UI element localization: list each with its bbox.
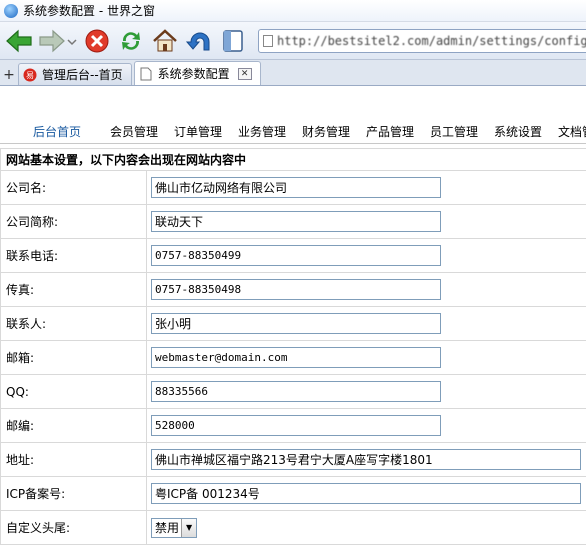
page-icon (263, 34, 273, 47)
fax-input[interactable] (151, 279, 441, 300)
nav-item-staff[interactable]: 员工管理 (430, 123, 478, 140)
select-value: 禁用 (155, 521, 180, 535)
nav-item-members[interactable]: 会员管理 (110, 123, 158, 140)
form-row: 联系人: (0, 306, 586, 341)
plus-icon[interactable]: + (2, 65, 16, 85)
browser-logo-icon (4, 3, 18, 18)
undo-icon[interactable] (184, 26, 214, 56)
qq-input[interactable] (151, 381, 441, 402)
home-icon[interactable] (150, 26, 180, 56)
field-label: QQ: (0, 374, 147, 409)
refresh-icon[interactable] (116, 26, 146, 56)
icp-number-input[interactable] (151, 483, 581, 504)
field-label: 邮箱: (0, 340, 147, 375)
chevron-down-icon[interactable]: ▼ (181, 518, 197, 537)
nav-item-business[interactable]: 业务管理 (238, 123, 286, 140)
form-row: 邮箱: (0, 340, 586, 375)
nav-divider (0, 143, 586, 144)
form-row: 传真: (0, 272, 586, 307)
nav-item-products[interactable]: 产品管理 (366, 123, 414, 140)
field-label: 邮编: (0, 408, 147, 443)
svg-text:易: 易 (26, 71, 34, 80)
page-icon (139, 67, 153, 81)
postcode-input[interactable] (151, 415, 441, 436)
close-icon[interactable]: ✕ (237, 67, 252, 80)
company-short-name-input[interactable] (151, 211, 441, 232)
field-label: 地址: (0, 442, 147, 477)
custom-header-footer-select[interactable]: 禁用 ▼ (151, 517, 198, 538)
form-row: ICP备案号: (0, 476, 586, 511)
field-label: 自定义头尾: (0, 510, 147, 545)
tab-label: 系统参数配置 (157, 67, 230, 81)
tab-label: 管理后台--首页 (42, 68, 123, 82)
arrow-left-icon[interactable] (4, 26, 34, 56)
nav-item-home[interactable]: 后台首页 (33, 123, 81, 140)
form-row: 邮编: (0, 408, 586, 443)
address-input[interactable] (151, 449, 581, 470)
phone-input[interactable] (151, 245, 441, 266)
site-logo-icon: 易 (23, 68, 37, 82)
address-bar[interactable]: http://bestsitel2.com/admin/settings/con… (258, 28, 586, 53)
contact-person-input[interactable] (151, 313, 441, 334)
settings-form: 网站基本设置，以下内容会出现在网站内容中 公司名: 公司简称: 联系电话: 传真… (0, 148, 586, 545)
email-input[interactable] (151, 347, 441, 368)
title-bar: 系统参数配置 - 世界之窗 (0, 0, 586, 22)
field-label: ICP备案号: (0, 476, 147, 511)
nav-item-settings[interactable]: 系统设置 (494, 123, 542, 140)
field-label: 联系人: (0, 306, 147, 341)
arrow-right-icon[interactable] (38, 26, 78, 56)
browser-toolbar: http://bestsitel2.com/admin/settings/con… (0, 22, 586, 60)
tab-admin-home[interactable]: 易 管理后台--首页 (18, 63, 132, 85)
form-row: 地址: (0, 442, 586, 477)
form-row: QQ: (0, 374, 586, 409)
nav-item-orders[interactable]: 订单管理 (174, 123, 222, 140)
nav-item-finance[interactable]: 财务管理 (302, 123, 350, 140)
form-row: 公司简称: (0, 204, 586, 239)
address-url: http://bestsitel2.com/admin/settings/con… (277, 33, 586, 48)
tab-system-config[interactable]: 系统参数配置 ✕ (133, 61, 261, 85)
window-title: 系统参数配置 - 世界之窗 (23, 4, 155, 18)
nav-item-documents[interactable]: 文档管理 (558, 123, 586, 140)
form-heading: 网站基本设置，以下内容会出现在网站内容中 (0, 148, 586, 171)
tab-bar: + 易 管理后台--首页 系统参数配置 ✕ (0, 60, 586, 86)
field-label: 公司简称: (0, 204, 147, 239)
company-name-input[interactable] (151, 177, 441, 198)
page-content: 后台首页 会员管理 订单管理 业务管理 财务管理 产品管理 员工管理 系统设置 … (0, 86, 586, 548)
stop-icon[interactable] (82, 26, 112, 56)
field-label: 传真: (0, 272, 147, 307)
field-label: 公司名: (0, 170, 147, 205)
form-row: 公司名: (0, 170, 586, 205)
form-row: 联系电话: (0, 238, 586, 273)
field-label: 联系电话: (0, 238, 147, 273)
main-nav: 后台首页 会员管理 订单管理 业务管理 财务管理 产品管理 员工管理 系统设置 … (0, 123, 586, 141)
form-row: 自定义头尾: 禁用 ▼ (0, 510, 586, 545)
sidebar-icon[interactable] (218, 26, 248, 56)
